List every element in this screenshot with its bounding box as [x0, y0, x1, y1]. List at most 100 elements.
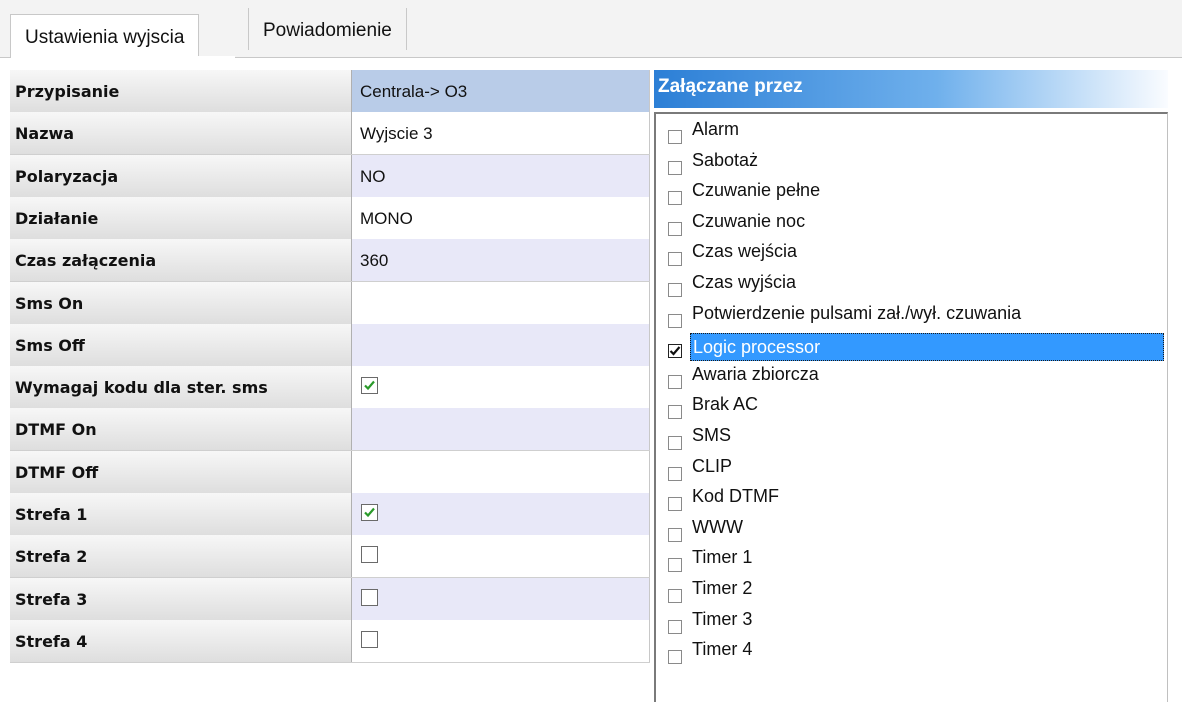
property-row-polaryzacja[interactable]: Polaryzacja NO	[10, 154, 650, 198]
property-row-przypisanie[interactable]: Przypisanie Centrala-> O3	[10, 70, 650, 113]
trigger-label: Czas wyjścia	[692, 272, 797, 292]
property-value[interactable]	[352, 619, 650, 662]
property-value[interactable]	[352, 577, 650, 620]
trigger-label: Timer 3	[692, 608, 753, 629]
property-label: Przypisanie	[10, 70, 352, 112]
trigger-label: SMS	[692, 425, 732, 445]
trigger-item-timer-4[interactable]: Timer 4	[668, 638, 1168, 668]
trigger-item-czuwanie-noc[interactable]: Czuwanie noc	[668, 210, 1168, 240]
property-label: Czas załączenia	[10, 239, 352, 282]
trigger-checkbox[interactable]	[668, 619, 682, 634]
triggered-by-list[interactable]: Alarm Sabotaż Czuwanie pełne Czuwanie noc Cz…	[654, 112, 1168, 702]
property-checkbox[interactable]	[361, 377, 378, 395]
property-value[interactable]: 360	[352, 239, 650, 282]
trigger-checkbox[interactable]	[668, 497, 682, 512]
trigger-label: Timer 2	[692, 578, 753, 598]
property-row-dzialanie[interactable]: Działanie MONO	[10, 196, 650, 240]
property-value[interactable]	[352, 323, 650, 366]
trigger-item-timer-3[interactable]: Timer 3	[668, 608, 1168, 638]
property-row-dtmf-on[interactable]: DTMF On	[10, 408, 650, 452]
trigger-label: Timer 4	[692, 639, 753, 660]
property-row-wymagaj-kodu-dla-ster-sms[interactable]: Wymagaj kodu dla ster. sms	[10, 366, 650, 410]
trigger-label: Awaria zbiorcza	[692, 363, 819, 384]
property-value[interactable]: Centrala-> O3	[352, 70, 650, 112]
trigger-label: Czuwanie noc	[692, 210, 806, 231]
trigger-item-timer-1[interactable]: Timer 1	[668, 546, 1168, 576]
property-value[interactable]: MONO	[352, 196, 650, 239]
tab-ustawienia-wyjscia[interactable]: Ustawienia wyjscia	[10, 14, 200, 58]
trigger-item-awaria-zbiorcza[interactable]: Awaria zbiorcza	[668, 363, 1168, 393]
property-row-nazwa[interactable]: Nazwa Wyjscie 3	[10, 112, 650, 156]
property-value[interactable]: NO	[352, 154, 650, 197]
property-checkbox[interactable]	[361, 588, 378, 606]
trigger-label: CLIP	[692, 455, 733, 476]
trigger-checkbox[interactable]	[668, 283, 682, 297]
trigger-checkbox[interactable]	[668, 191, 682, 206]
trigger-item-czas-wyjscia[interactable]: Czas wyjścia	[668, 271, 1168, 301]
trigger-item-clip[interactable]: CLIP	[668, 455, 1168, 485]
property-label: Sms Off	[10, 323, 352, 366]
trigger-checkbox[interactable]	[668, 650, 682, 665]
trigger-item-czuwanie-pelne[interactable]: Czuwanie pełne	[668, 179, 1168, 209]
property-label: Sms On	[10, 281, 352, 324]
trigger-checkbox[interactable]	[668, 160, 682, 175]
trigger-checkbox[interactable]	[668, 436, 682, 450]
property-row-strefa-1[interactable]: Strefa 1	[10, 493, 650, 536]
triggered-by-header: Załączane przez	[654, 70, 1168, 108]
trigger-checkbox[interactable]	[668, 252, 682, 267]
tab-powiadomienie[interactable]: Powiadomienie	[248, 8, 407, 50]
trigger-checkbox[interactable]	[668, 466, 682, 481]
property-row-dtmf-off[interactable]: DTMF Off	[10, 450, 650, 494]
property-row-sms-off[interactable]: Sms Off	[10, 323, 650, 367]
property-value[interactable]	[352, 408, 650, 451]
property-row-strefa-4[interactable]: Strefa 4	[10, 619, 650, 663]
trigger-item-sabotaz[interactable]: Sabotaż	[668, 149, 1168, 179]
property-label: Działanie	[10, 196, 352, 239]
property-value[interactable]: Wyjscie 3	[352, 112, 650, 155]
trigger-label: Kod DTMF	[692, 486, 780, 507]
trigger-label: WWW	[692, 516, 743, 537]
property-label: Strefa 2	[10, 535, 352, 578]
property-label: DTMF Off	[10, 450, 352, 493]
tab-bar: Powiadomienie Ustawienia wyjscia	[0, 0, 1182, 59]
property-label: DTMF On	[10, 408, 352, 451]
property-value[interactable]	[352, 366, 650, 409]
trigger-checkbox[interactable]	[668, 344, 682, 359]
property-row-strefa-3[interactable]: Strefa 3	[10, 577, 650, 621]
trigger-checkbox[interactable]	[668, 374, 682, 389]
property-value[interactable]	[352, 493, 650, 535]
trigger-label: Logic processor	[690, 333, 1164, 362]
trigger-checkbox[interactable]	[668, 130, 682, 144]
property-value[interactable]	[352, 450, 650, 493]
property-label: Strefa 1	[10, 493, 352, 535]
trigger-checkbox[interactable]	[668, 527, 682, 542]
trigger-item-logic-processor[interactable]: Logic processor	[668, 332, 1168, 362]
property-checkbox[interactable]	[361, 630, 378, 648]
property-row-strefa-2[interactable]: Strefa 2	[10, 535, 650, 579]
property-checkbox[interactable]	[361, 546, 378, 564]
trigger-item-timer-2[interactable]: Timer 2	[668, 577, 1168, 607]
trigger-label: Czuwanie pełne	[692, 180, 821, 201]
trigger-item-brak-ac[interactable]: Brak AC	[668, 393, 1168, 423]
trigger-item-sms[interactable]: SMS	[668, 424, 1168, 454]
trigger-checkbox[interactable]	[668, 221, 682, 236]
trigger-label: Sabotaż	[692, 149, 759, 170]
trigger-item-www[interactable]: WWW	[668, 516, 1168, 546]
trigger-checkbox[interactable]	[668, 405, 682, 420]
trigger-item-alarm[interactable]: Alarm	[668, 118, 1168, 148]
trigger-label: Potwierdzenie pulsami zał./wył. czuwania	[692, 302, 1022, 323]
property-row-czas-zalaczenia[interactable]: Czas załączenia 360	[10, 239, 650, 283]
property-label: Strefa 3	[10, 577, 352, 620]
trigger-item-czas-wejscia[interactable]: Czas wejścia	[668, 240, 1168, 270]
trigger-item-potwierdzenie-pulsami-zal-wyl-czuwania[interactable]: Potwierdzenie pulsami zał./wył. czuwania	[668, 302, 1168, 332]
property-row-sms-on[interactable]: Sms On	[10, 281, 650, 325]
trigger-checkbox[interactable]	[668, 313, 682, 328]
property-checkbox[interactable]	[361, 504, 378, 521]
trigger-item-kod-dtmf[interactable]: Kod DTMF	[668, 485, 1168, 515]
property-value[interactable]	[352, 535, 650, 578]
trigger-checkbox[interactable]	[668, 589, 682, 603]
trigger-checkbox[interactable]	[668, 558, 682, 573]
property-label: Nazwa	[10, 112, 352, 155]
property-value[interactable]	[352, 281, 650, 324]
trigger-label: Timer 1	[692, 547, 753, 568]
